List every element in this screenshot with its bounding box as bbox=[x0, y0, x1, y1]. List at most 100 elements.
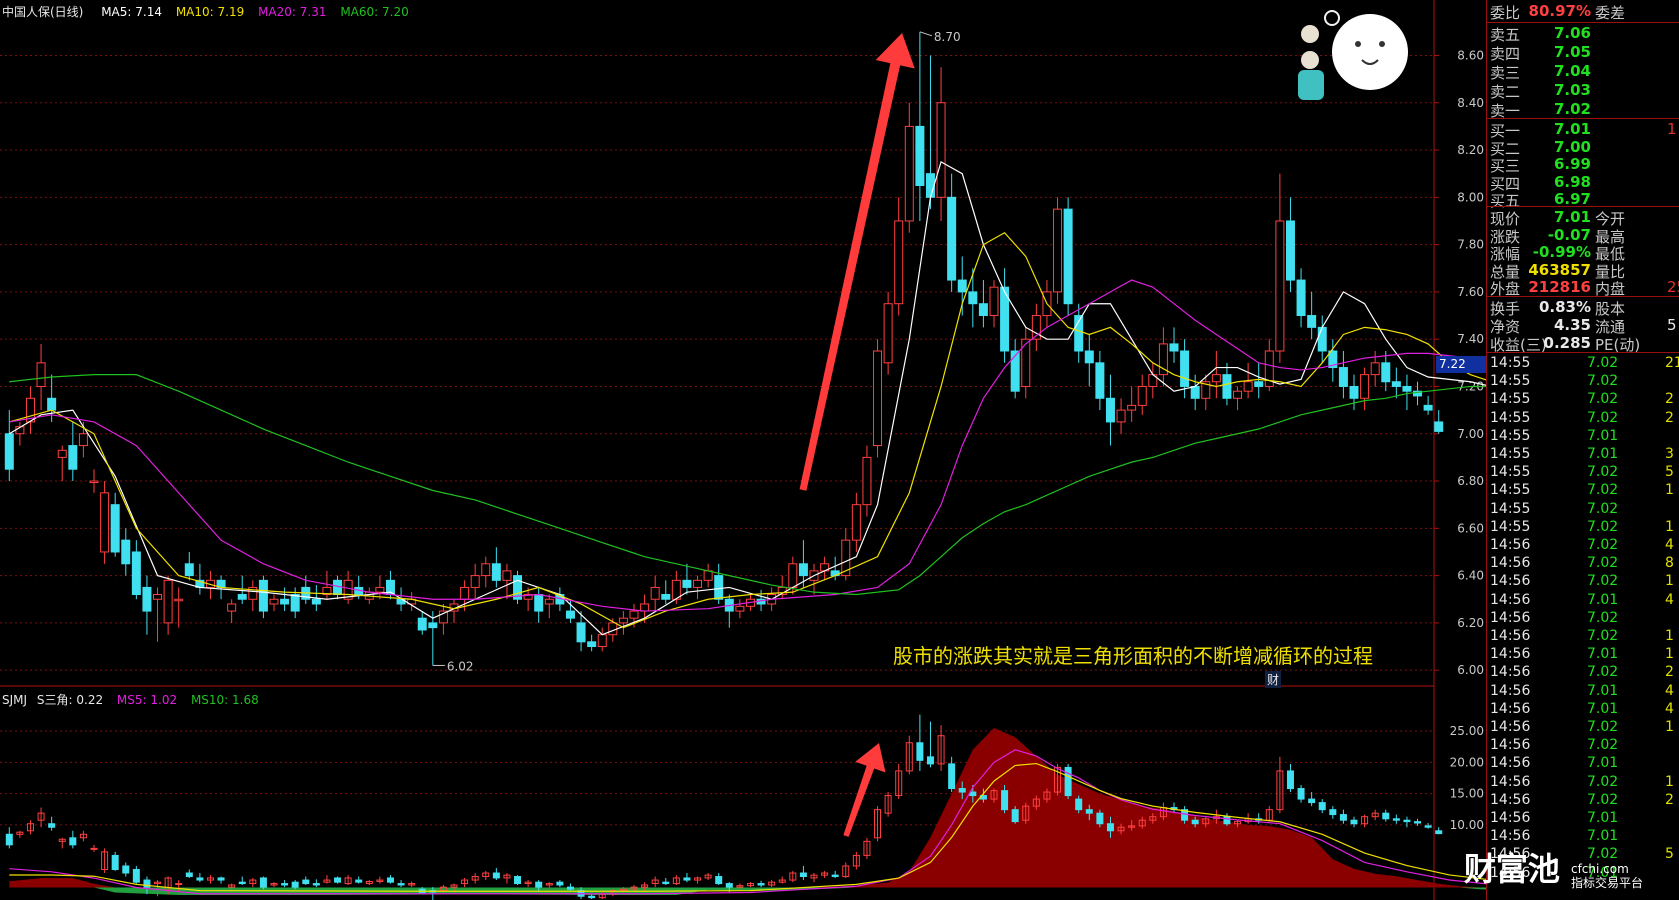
candle-body bbox=[36, 362, 46, 387]
candle-body bbox=[1169, 343, 1179, 352]
candle-body bbox=[1360, 374, 1370, 399]
ask-row[interactable]: 卖二 7.03 bbox=[1487, 81, 1679, 101]
candle-body bbox=[1434, 421, 1444, 432]
weibi-label: 委比 bbox=[1490, 4, 1521, 22]
sub-candle-body bbox=[90, 847, 98, 850]
candle-body bbox=[1423, 404, 1433, 411]
sub-candle-body bbox=[948, 763, 956, 790]
indicator-header: SJMJ S三角: 0.22 MS5: 1.02 MS10: 1.68 bbox=[2, 691, 259, 708]
trade-price: 7.01 bbox=[1587, 755, 1619, 772]
ask-price: 7.02 bbox=[1553, 100, 1591, 118]
bid-price: 6.99 bbox=[1553, 155, 1591, 173]
trade-time: 14:55 bbox=[1490, 482, 1531, 499]
trade-time: 14:56 bbox=[1490, 700, 1531, 717]
ms5-value: MS5: 1.02 bbox=[116, 693, 178, 707]
trade-price: 7.01 bbox=[1587, 682, 1619, 699]
candle-body bbox=[163, 579, 173, 624]
trade-time: 14:55 bbox=[1490, 427, 1531, 444]
ask-label: 卖三 bbox=[1490, 64, 1521, 82]
high-marker bbox=[919, 31, 933, 37]
rise-arrow-indicator-shape bbox=[843, 743, 886, 837]
ask-row[interactable]: 卖一 7.02 bbox=[1487, 100, 1679, 120]
candle-body bbox=[640, 603, 650, 612]
candle-body bbox=[121, 539, 131, 565]
sub-candle-body bbox=[1191, 819, 1199, 825]
ask-label: 卖二 bbox=[1490, 83, 1521, 101]
divider bbox=[1487, 296, 1679, 297]
fan-icon bbox=[1298, 70, 1324, 100]
ask-row[interactable]: 卖三 7.04 bbox=[1487, 62, 1679, 82]
sub-candle-body bbox=[662, 881, 670, 885]
candle-body bbox=[693, 579, 703, 588]
candle-body bbox=[1084, 350, 1094, 364]
bid-row[interactable]: 买三 6.99 bbox=[1487, 155, 1679, 175]
trade-time: 14:56 bbox=[1490, 664, 1531, 681]
sub-candle-body bbox=[69, 837, 77, 846]
tick-trade-row: 14:56 7.02 4 bbox=[1487, 537, 1679, 555]
sub-candle-body bbox=[1297, 788, 1305, 800]
trade-volume: 1 bbox=[1665, 482, 1674, 499]
trade-time: 14:56 bbox=[1490, 555, 1531, 572]
cai-badge[interactable]: 财 bbox=[1265, 671, 1282, 688]
trade-price: 7.01 bbox=[1587, 646, 1619, 663]
ask-row[interactable]: 卖四 7.05 bbox=[1487, 43, 1679, 63]
trade-price: 7.02 bbox=[1587, 791, 1619, 808]
ask-row[interactable]: 卖五 7.06 bbox=[1487, 24, 1679, 44]
trade-volume: 21 bbox=[1665, 355, 1679, 371]
trade-time: 14:55 bbox=[1490, 391, 1531, 408]
bid-row[interactable]: 买一 7.01 1 bbox=[1487, 120, 1679, 140]
y-tick-label: 7.40 bbox=[1457, 332, 1484, 346]
ms10-value: MS10: 1.68 bbox=[190, 693, 259, 707]
sub-candle-body bbox=[916, 742, 924, 761]
tick-trade-row: 14:56 7.02 1 bbox=[1487, 719, 1679, 737]
trade-price: 7.02 bbox=[1587, 373, 1619, 390]
candle-body bbox=[333, 579, 343, 596]
sub-candle-body bbox=[1403, 819, 1411, 823]
tick-trade-row: 14:56 7.01 4 bbox=[1487, 701, 1679, 719]
candle-body bbox=[68, 445, 78, 470]
candle-body bbox=[1053, 208, 1063, 293]
trade-price: 7.01 bbox=[1587, 810, 1619, 826]
candle-body bbox=[481, 563, 491, 577]
fundamental-value: 0.285 bbox=[1543, 334, 1591, 352]
sub-candle-body bbox=[757, 883, 765, 886]
sub-candle-body bbox=[715, 876, 723, 885]
kline-chart[interactable]: 8.608.408.208.007.807.607.407.207.006.80… bbox=[0, 0, 1486, 900]
trade-time: 14:56 bbox=[1490, 609, 1531, 626]
tick-trade-row: 14:56 7.01 bbox=[1487, 755, 1679, 773]
candle-body bbox=[947, 196, 957, 281]
trade-price: 7.02 bbox=[1587, 464, 1619, 481]
candle-body bbox=[534, 594, 544, 612]
stock-title: 中国人保(日线) bbox=[2, 5, 84, 19]
candle-body bbox=[851, 504, 861, 541]
y-tick-label: 8.40 bbox=[1457, 96, 1484, 110]
sub-candle-body bbox=[1435, 830, 1443, 835]
sub-candle-body bbox=[1223, 816, 1231, 825]
candle-body bbox=[883, 303, 893, 364]
stat-row: 现价 7.01 今开 bbox=[1487, 208, 1679, 228]
candle-body bbox=[894, 220, 904, 305]
stat-value: 212816 bbox=[1528, 278, 1591, 296]
trade-price: 7.02 bbox=[1587, 500, 1619, 517]
trade-time: 14:55 bbox=[1490, 446, 1531, 462]
candle-body bbox=[57, 449, 67, 458]
tick-trade-row: 14:56 7.02 8 bbox=[1487, 555, 1679, 573]
sub-candle-body bbox=[386, 877, 394, 883]
trade-price: 7.02 bbox=[1587, 573, 1619, 590]
candle-body bbox=[735, 605, 745, 612]
trade-volume: 4 bbox=[1665, 700, 1674, 717]
sub-candle-body bbox=[926, 756, 934, 765]
bid-row[interactable]: 买二 7.00 bbox=[1487, 137, 1679, 158]
trade-volume: 1 bbox=[1665, 646, 1674, 663]
trade-time: 14:56 bbox=[1490, 828, 1531, 845]
trade-price: 7.01 bbox=[1587, 591, 1619, 608]
bid-price: 7.00 bbox=[1553, 137, 1591, 156]
sub-candle-body bbox=[1329, 809, 1337, 816]
bid-row[interactable]: 买四 6.98 bbox=[1487, 173, 1679, 193]
trade-time: 14:56 bbox=[1490, 591, 1531, 608]
trade-price: 7.01 bbox=[1587, 700, 1619, 717]
candle-body bbox=[544, 598, 554, 605]
stat-row: 涨幅 -0.99% 最低 bbox=[1487, 243, 1679, 263]
candle-body bbox=[153, 594, 163, 600]
trade-volume: 1 bbox=[1665, 573, 1674, 590]
